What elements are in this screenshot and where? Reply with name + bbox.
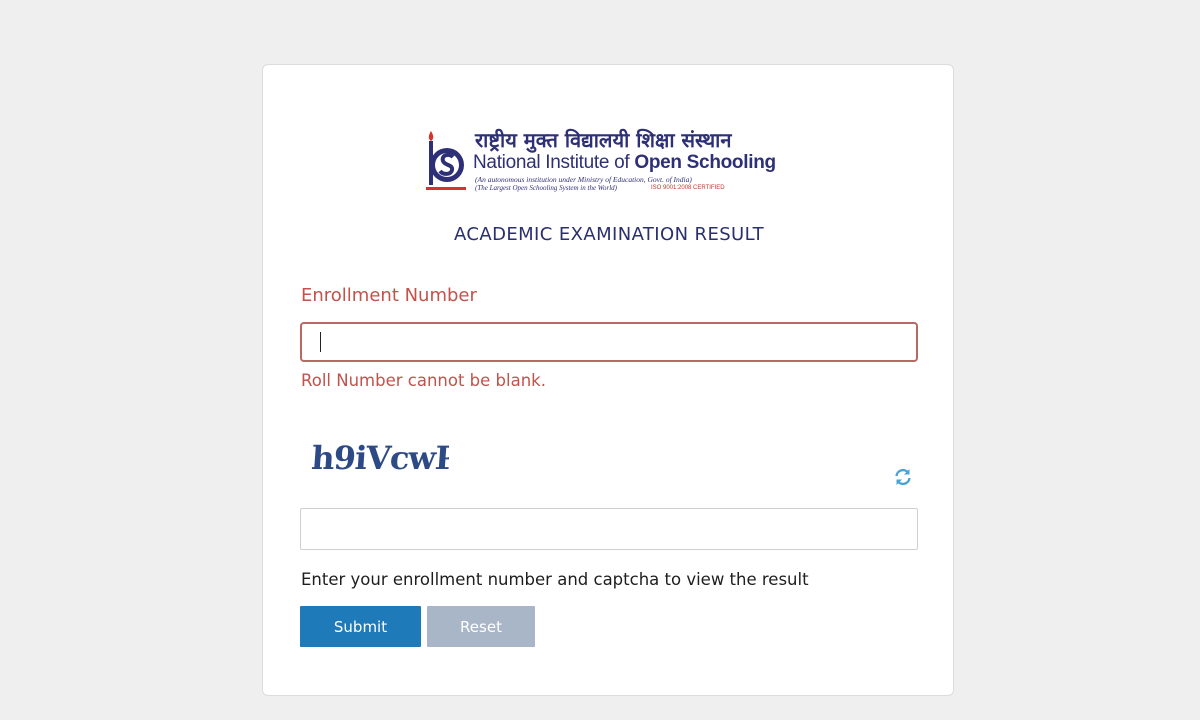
enrollment-error-message: Roll Number cannot be blank. — [301, 371, 546, 390]
nios-emblem-icon — [426, 131, 466, 190]
logo-english-text: National Institute of Open Schooling — [473, 152, 776, 174]
submit-button[interactable]: Submit — [300, 606, 421, 647]
captcha-input[interactable] — [300, 508, 918, 550]
nios-logo: राष्ट्रीय मुक्त विद्यालयी शिक्षा संस्थान… — [423, 129, 793, 199]
help-text: Enter your enrollment number and captcha… — [301, 570, 809, 589]
result-card: राष्ट्रीय मुक्त विद्यालयी शिक्षा संस्थान… — [262, 64, 954, 696]
captcha-text: h9iVcwP — [310, 439, 449, 477]
logo-english-prefix: National Institute of — [473, 152, 635, 173]
logo-english-bold: Open Schooling — [634, 152, 776, 173]
page-title: ACADEMIC EXAMINATION RESULT — [454, 224, 764, 245]
captcha-image: h9iVcwP — [310, 439, 449, 477]
enrollment-label: Enrollment Number — [301, 285, 477, 306]
logo-hindi-text: राष्ट्रीय मुक्त विद्यालयी शिक्षा संस्थान — [475, 128, 732, 152]
reset-button[interactable]: Reset — [427, 606, 535, 647]
logo-iso-text: ISO 9001:2008 CERTIFIED — [651, 185, 725, 191]
refresh-icon[interactable] — [893, 467, 913, 487]
logo-subtitle-2: (The Largest Open Schooling System in th… — [475, 184, 617, 192]
logo-subtitle-1: (An autonomous institution under Ministr… — [475, 175, 692, 184]
text-cursor — [320, 332, 321, 352]
enrollment-input[interactable] — [300, 322, 918, 362]
